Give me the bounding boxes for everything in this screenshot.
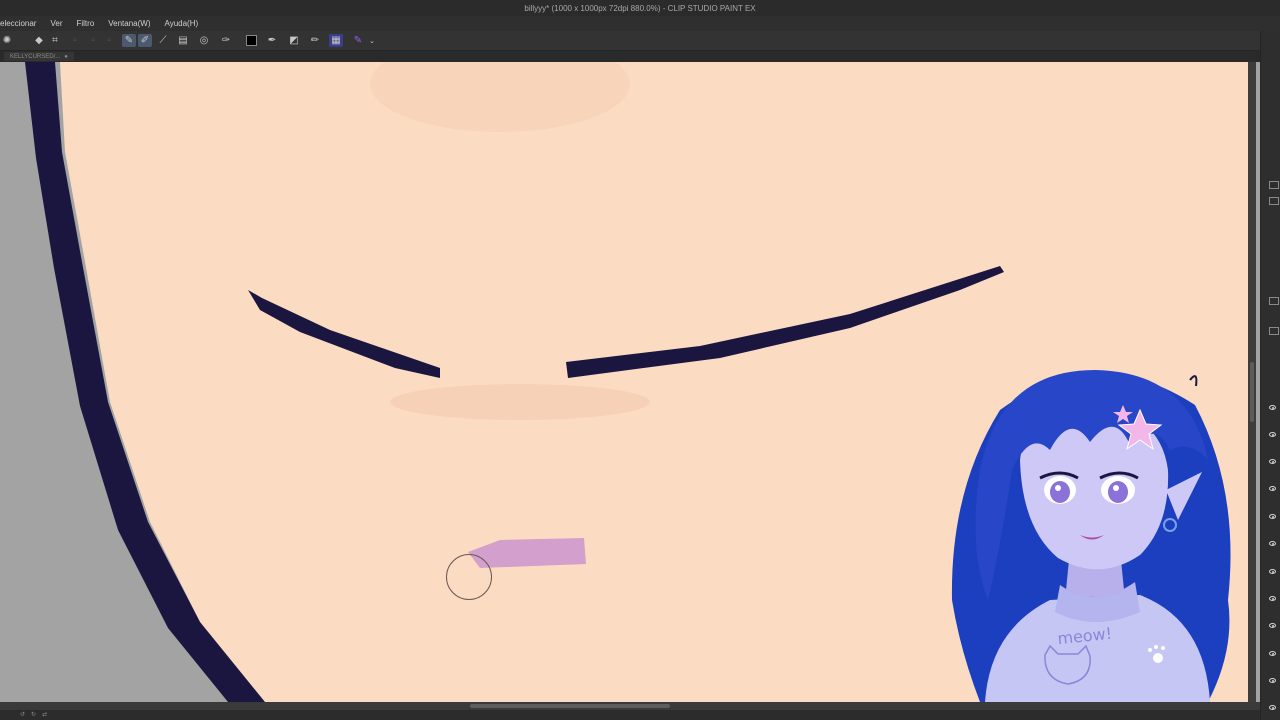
ruler-icon[interactable]: ⟋ — [156, 34, 170, 47]
document-tab[interactable]: KELLYCURSED/... ● — [4, 52, 74, 61]
chevron-down-icon[interactable]: ⌄ — [365, 34, 379, 47]
rotate-right-icon[interactable]: ↻ — [31, 711, 36, 718]
move-icon[interactable]: ◆ — [32, 34, 46, 47]
blank-tool-icon[interactable]: ▫ — [68, 34, 82, 47]
lasso-icon[interactable]: ◎ — [197, 34, 211, 47]
window-title: billyyy* (1000 x 1000px 72dpi 880.0%) - … — [524, 3, 756, 13]
layer-visibility-eye-icon[interactable] — [1269, 651, 1276, 656]
layer-visibility-eye-icon[interactable] — [1269, 405, 1276, 410]
document-tab-strip: KELLYCURSED/... ● — [0, 51, 1260, 62]
layer-visibility-eye-icon[interactable] — [1269, 705, 1276, 710]
layer-visibility-eye-icon[interactable] — [1269, 432, 1276, 437]
flip-icon[interactable]: ⇄ — [42, 711, 47, 718]
vertical-scrollbar[interactable] — [1248, 62, 1256, 702]
loading-spinner-icon[interactable]: ✺ — [0, 34, 14, 47]
layer-visibility-eye-icon[interactable] — [1269, 459, 1276, 464]
layer-visibility-eye-icon[interactable] — [1269, 678, 1276, 683]
panel-icon[interactable] — [1269, 327, 1279, 335]
color-square-icon[interactable] — [244, 34, 258, 47]
layer-property-icon[interactable]: ▤ — [176, 34, 190, 47]
menu-ver[interactable]: Ver — [43, 19, 69, 28]
horizontal-scroll-thumb[interactable] — [470, 704, 670, 708]
pencil-icon[interactable]: ✑ — [219, 34, 233, 47]
command-bar: ✺ ◆ ⌗ ▫ ▫ ▫ ✎ ✐ ⟋ ▤ ◎ ✑ ✒ ◩ ✏ ▦ ✎ ⌄ — [0, 31, 1280, 51]
menu-ayuda[interactable]: Ayuda(H) — [158, 19, 206, 28]
selection-icon[interactable]: ◩ — [287, 34, 301, 47]
blank-tool-icon[interactable]: ▫ — [102, 34, 116, 47]
layer-visibility-eye-icon[interactable] — [1269, 486, 1276, 491]
blank-tool-icon[interactable]: ▫ — [86, 34, 100, 47]
layer-visibility-eye-icon[interactable] — [1269, 514, 1276, 519]
vector-pen-icon[interactable]: ✏ — [308, 34, 322, 47]
pen-edit-icon[interactable]: ✐ — [138, 34, 152, 47]
horizontal-scrollbar[interactable] — [0, 702, 1260, 710]
paw-icon — [1153, 653, 1163, 663]
layer-visibility-eye-icon[interactable] — [1269, 623, 1276, 628]
menu-filtro[interactable]: Filtro — [69, 19, 101, 28]
brush-cursor — [446, 554, 492, 600]
vtuber-avatar: meow! — [951, 370, 1231, 702]
vertical-scroll-thumb[interactable] — [1250, 362, 1254, 422]
status-bar: ↺ ↻ ⇄ — [0, 710, 1280, 720]
transform-icon[interactable]: ⌗ — [48, 34, 62, 47]
pen-active-icon[interactable]: ✎ — [122, 34, 136, 47]
layer-visibility-eye-icon[interactable] — [1269, 569, 1276, 574]
panel-icon[interactable] — [1269, 181, 1279, 189]
menu-seleccionar[interactable]: eleccionar — [0, 19, 43, 28]
layer-color-icon[interactable]: ▦ — [329, 34, 343, 47]
panel-icon[interactable] — [1269, 197, 1279, 205]
close-icon[interactable]: ● — [64, 54, 68, 60]
menu-bar: eleccionar Ver Filtro Ventana(W) Ayuda(H… — [0, 16, 1280, 31]
document-tab-label: KELLYCURSED/... — [10, 53, 61, 60]
blush-mark — [390, 384, 650, 420]
panel-icon[interactable] — [1269, 297, 1279, 305]
purple-pen-icon[interactable]: ✎ — [351, 34, 365, 47]
right-panel — [1260, 31, 1280, 720]
window-title-bar: billyyy* (1000 x 1000px 72dpi 880.0%) - … — [0, 0, 1280, 16]
layer-visibility-eye-icon[interactable] — [1269, 596, 1276, 601]
rotate-left-icon[interactable]: ↺ — [20, 711, 25, 718]
layer-visibility-eye-icon[interactable] — [1269, 541, 1276, 546]
menu-ventana[interactable]: Ventana(W) — [101, 19, 157, 28]
eyedropper-icon[interactable]: ✒ — [265, 34, 279, 47]
